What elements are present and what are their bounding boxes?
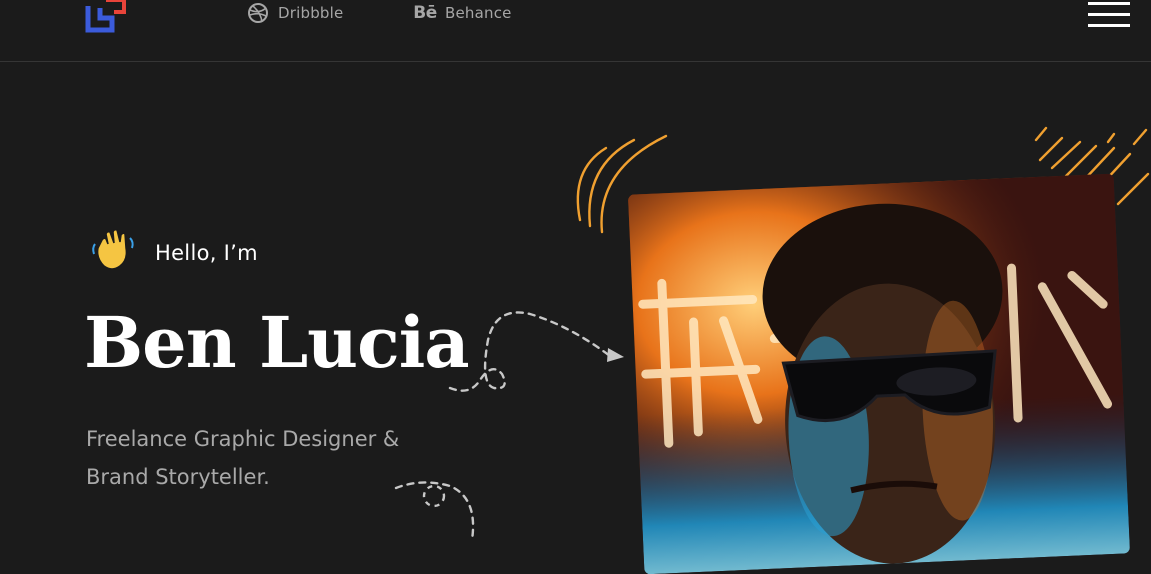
hamburger-menu-icon[interactable] <box>1088 0 1130 28</box>
nav-link-behance[interactable]: Bē Behance <box>413 2 512 24</box>
nav-link-dribbble-label: Dribbble <box>278 4 344 22</box>
portrait-photo <box>627 173 1131 574</box>
waving-hand-emoji <box>92 229 134 270</box>
behance-icon: Bē <box>413 3 437 23</box>
dribbble-icon <box>246 2 270 24</box>
greeting-text: Hello, I’m <box>155 241 258 265</box>
brand-logo[interactable] <box>84 0 130 36</box>
hero-name: Ben Lucia <box>84 301 470 384</box>
dashed-swirl-doodle <box>394 481 475 542</box>
tagline-line: Freelance Graphic Designer & <box>86 427 400 451</box>
dashed-arrow-doodle <box>448 311 624 392</box>
site-header: Dribbble Bē Behance <box>0 0 1151 62</box>
portrait-illustration <box>627 173 1131 574</box>
nav-link-behance-label: Behance <box>445 4 512 22</box>
nav-link-dribbble[interactable]: Dribbble <box>246 2 343 24</box>
